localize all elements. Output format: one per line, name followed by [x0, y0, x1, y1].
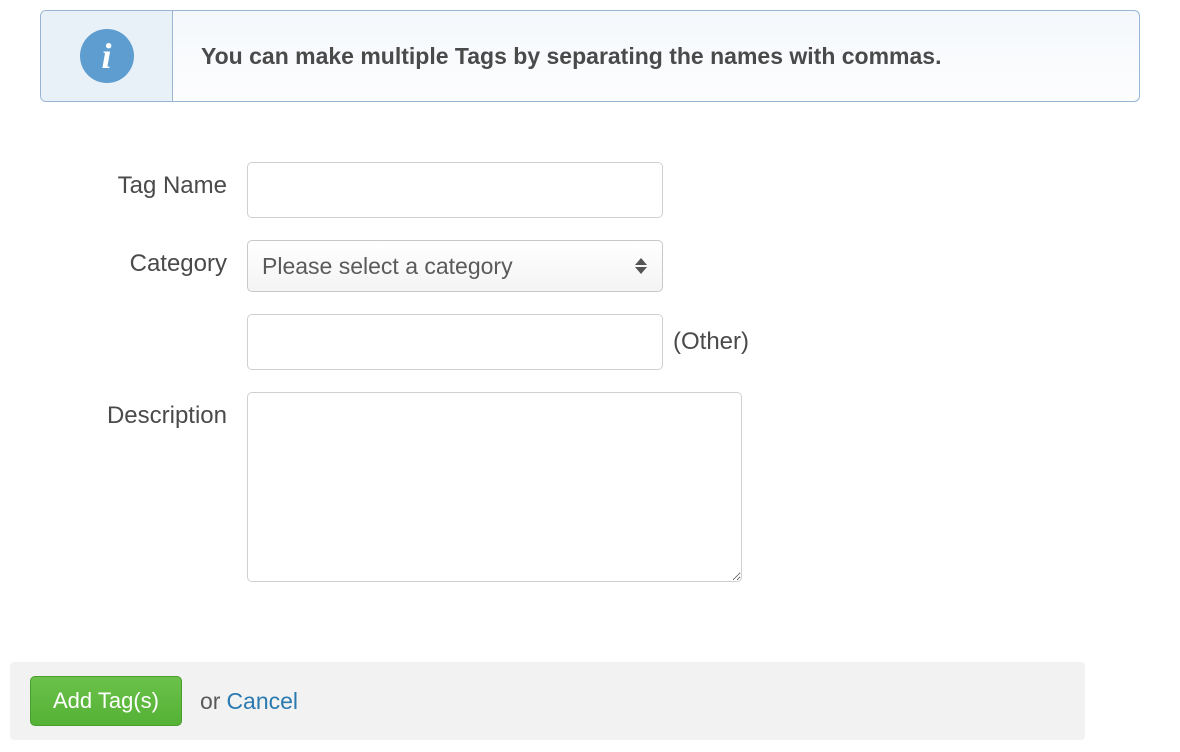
form-row-category: Category Please select a category — [40, 240, 1140, 292]
tag-form: Tag Name Category Please select a catego… — [0, 102, 1180, 644]
description-textarea[interactable] — [247, 392, 742, 582]
other-category-input[interactable] — [247, 314, 663, 370]
category-select-wrap: Please select a category — [247, 240, 663, 292]
other-control: (Other) — [247, 314, 749, 370]
category-control: Please select a category — [247, 240, 663, 292]
other-empty-label — [40, 314, 247, 324]
form-row-other: (Other) — [40, 314, 1140, 370]
info-icon: i — [80, 29, 134, 83]
form-row-tag-name: Tag Name — [40, 162, 1140, 218]
other-label: (Other) — [673, 328, 749, 356]
cancel-link[interactable]: Cancel — [226, 688, 298, 715]
description-label: Description — [40, 392, 247, 430]
action-bar: Add Tag(s) or Cancel — [10, 662, 1085, 740]
description-control — [247, 392, 742, 582]
or-text: or — [200, 688, 220, 715]
tag-name-control — [247, 162, 663, 218]
category-label: Category — [40, 240, 247, 278]
tag-name-input[interactable] — [247, 162, 663, 218]
info-icon-wrap: i — [41, 11, 173, 101]
form-row-description: Description — [40, 392, 1140, 582]
add-tags-button[interactable]: Add Tag(s) — [30, 676, 182, 726]
category-select[interactable]: Please select a category — [247, 240, 663, 292]
tag-name-label: Tag Name — [40, 162, 247, 200]
info-text: You can make multiple Tags by separating… — [173, 11, 969, 101]
info-banner: i You can make multiple Tags by separati… — [40, 10, 1140, 102]
